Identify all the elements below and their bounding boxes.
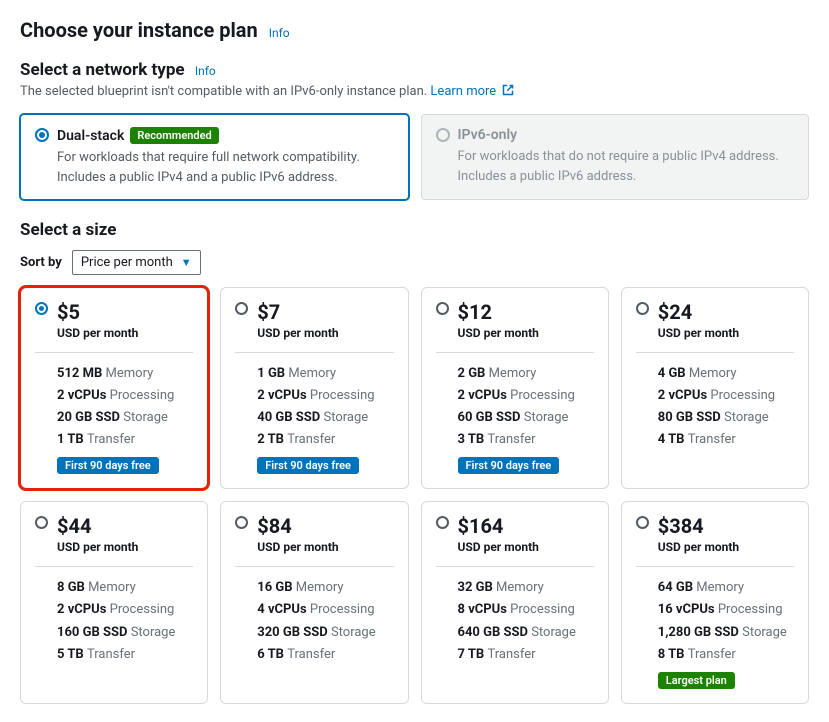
radio-icon [235,516,248,529]
spec-processing: 2 vCPUs Processing [257,385,393,407]
plan-per-label: USD per month [57,326,193,340]
spec-storage: 40 GB SSD Storage [257,407,393,429]
plan-specs: 2 GB Memory2 vCPUs Processing60 GB SSD S… [458,363,594,451]
spec-storage: 80 GB SSD Storage [658,407,794,429]
plan-card[interactable]: $7 USD per month 1 GB Memory2 vCPUs Proces… [220,287,408,489]
info-link-plan[interactable]: Info [269,26,290,40]
largest-plan-badge: Largest plan [658,672,735,689]
spec-memory: 32 GB Memory [458,577,594,599]
radio-icon [35,302,48,315]
plan-per-label: USD per month [257,326,393,340]
free-trial-badge: First 90 days free [57,457,159,474]
spec-memory: 4 GB Memory [658,363,794,385]
plan-card[interactable]: $384 USD per month 64 GB Memory16 vCPUs Pr… [621,501,809,703]
spec-memory: 64 GB Memory [658,577,794,599]
plan-card[interactable]: $164 USD per month 32 GB Memory8 vCPUs Pro… [421,501,609,703]
network-option-desc: For workloads that require full network … [57,148,394,187]
plan-specs: 64 GB Memory16 vCPUs Processing1,280 GB … [658,577,794,665]
network-option-label: IPv6-only [458,127,795,143]
plan-card[interactable]: $44 USD per month 8 GB Memory2 vCPUs Proce… [20,501,208,703]
network-option-label: Dual-stackRecommended [57,127,394,144]
spec-memory: 1 GB Memory [257,363,393,385]
spec-transfer: 8 TB Transfer [658,644,794,666]
network-type-title: Select a network type Info [20,60,809,80]
spec-processing: 2 vCPUs Processing [458,385,594,407]
plan-price: $12 [458,300,594,324]
radio-icon [35,128,49,142]
spec-transfer: 6 TB Transfer [257,644,393,666]
chevron-down-icon: ▼ [181,256,192,269]
plan-per-label: USD per month [458,540,594,554]
spec-storage: 320 GB SSD Storage [257,622,393,644]
spec-transfer: 7 TB Transfer [458,644,594,666]
plan-price: $44 [57,514,193,538]
spec-processing: 8 vCPUs Processing [458,599,594,621]
spec-processing: 2 vCPUs Processing [57,385,193,407]
plan-specs: 32 GB Memory8 vCPUs Processing640 GB SSD… [458,577,594,665]
sort-by-select[interactable]: Price per month ▼ [72,250,201,275]
plan-card[interactable]: $12 USD per month 2 GB Memory2 vCPUs Proce… [421,287,609,489]
plan-price: $84 [257,514,393,538]
plan-price: $164 [458,514,594,538]
plan-price: $24 [658,300,794,324]
network-option-ipv6-only: IPv6-only For workloads that do not requi… [421,114,810,200]
info-link-network[interactable]: Info [195,64,216,78]
radio-icon [636,302,649,315]
network-option-desc: For workloads that do not require a publ… [458,147,795,186]
spec-memory: 8 GB Memory [57,577,193,599]
spec-memory: 512 MB Memory [57,363,193,385]
plan-per-label: USD per month [57,540,193,554]
external-link-icon [502,84,514,100]
plan-per-label: USD per month [458,326,594,340]
spec-storage: 640 GB SSD Storage [458,622,594,644]
plan-price: $384 [658,514,794,538]
spec-transfer: 3 TB Transfer [458,429,594,451]
plan-price: $5 [57,300,193,324]
free-trial-badge: First 90 days free [257,457,359,474]
recommended-badge: Recommended [130,127,218,144]
spec-processing: 16 vCPUs Processing [658,599,794,621]
spec-transfer: 5 TB Transfer [57,644,193,666]
spec-transfer: 4 TB Transfer [658,429,794,451]
radio-icon [436,516,449,529]
network-option-dual-stack[interactable]: Dual-stackRecommended For workloads that … [20,114,409,200]
radio-icon [436,302,449,315]
plan-per-label: USD per month [658,326,794,340]
radio-icon [35,516,48,529]
spec-storage: 60 GB SSD Storage [458,407,594,429]
spec-storage: 20 GB SSD Storage [57,407,193,429]
plan-card[interactable]: $24 USD per month 4 GB Memory2 vCPUs Proce… [621,287,809,489]
spec-processing: 2 vCPUs Processing [658,385,794,407]
spec-transfer: 1 TB Transfer [57,429,193,451]
spec-storage: 1,280 GB SSD Storage [658,622,794,644]
plan-card[interactable]: $5 USD per month 512 MB Memory2 vCPUs Proc… [20,287,208,489]
radio-icon [636,516,649,529]
plan-per-label: USD per month [658,540,794,554]
free-trial-badge: First 90 days free [458,457,560,474]
learn-more-link[interactable]: Learn more [430,84,514,99]
plan-specs: 8 GB Memory2 vCPUs Processing160 GB SSD … [57,577,193,665]
select-size-title: Select a size [20,220,809,240]
spec-memory: 16 GB Memory [257,577,393,599]
spec-transfer: 2 TB Transfer [257,429,393,451]
plan-per-label: USD per month [257,540,393,554]
plan-price: $7 [257,300,393,324]
plan-specs: 512 MB Memory2 vCPUs Processing20 GB SSD… [57,363,193,451]
plan-specs: 4 GB Memory2 vCPUs Processing80 GB SSD S… [658,363,794,451]
radio-icon [436,128,450,142]
page-title: Choose your instance plan Info [20,18,809,42]
sort-by-label: Sort by [20,255,62,270]
spec-storage: 160 GB SSD Storage [57,622,193,644]
radio-icon [235,302,248,315]
plan-specs: 1 GB Memory2 vCPUs Processing40 GB SSD S… [257,363,393,451]
plan-specs: 16 GB Memory4 vCPUs Processing320 GB SSD… [257,577,393,665]
network-desc: The selected blueprint isn't compatible … [20,84,809,100]
spec-processing: 2 vCPUs Processing [57,599,193,621]
sort-by-value: Price per month [81,255,173,270]
plan-card[interactable]: $84 USD per month 16 GB Memory4 vCPUs Proc… [220,501,408,703]
spec-memory: 2 GB Memory [458,363,594,385]
spec-processing: 4 vCPUs Processing [257,599,393,621]
